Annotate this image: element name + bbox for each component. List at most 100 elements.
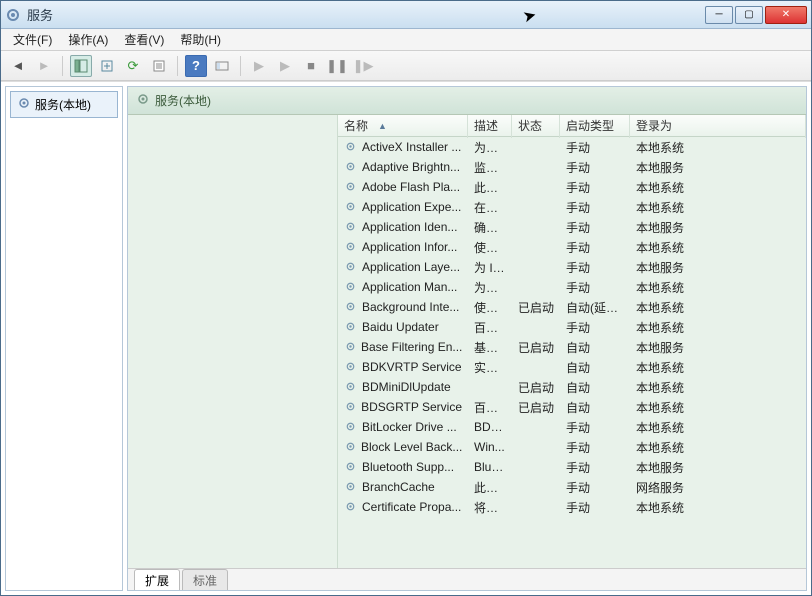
refresh-button[interactable]: ⟳	[122, 55, 144, 77]
nav-label: 服务(本地)	[35, 96, 91, 113]
service-row[interactable]: Background Inte...使用...已启动自动(延迟...本地系统	[338, 297, 806, 317]
pause-button[interactable]: ❚❚	[326, 55, 348, 77]
service-desc: 实时...	[468, 357, 512, 378]
service-name: BDKVRTP Service	[362, 360, 462, 374]
service-startup: 手动	[560, 217, 630, 238]
service-row[interactable]: Block Level Back...Win...手动本地系统	[338, 437, 806, 457]
forward-button[interactable]: ►	[33, 55, 55, 77]
service-name: BDMiniDlUpdate	[362, 380, 451, 394]
service-icon	[344, 140, 358, 154]
service-startup: 自动	[560, 337, 630, 358]
service-icon	[344, 320, 358, 334]
back-button[interactable]: ◄	[7, 55, 29, 77]
service-name: ActiveX Installer ...	[362, 140, 461, 154]
nav-services-local[interactable]: 服务(本地)	[10, 91, 118, 118]
service-logon: 本地系统	[630, 357, 806, 378]
service-row[interactable]: Adaptive Brightn...监视...手动本地服务	[338, 157, 806, 177]
service-row[interactable]: Application Infor...使用...手动本地系统	[338, 237, 806, 257]
menu-file[interactable]: 文件(F)	[5, 28, 60, 51]
service-row[interactable]: BitLocker Drive ...BDE...手动本地系统	[338, 417, 806, 437]
start-button[interactable]: ▶	[248, 55, 270, 77]
export-button[interactable]	[96, 55, 118, 77]
stop-button[interactable]: ■	[300, 55, 322, 77]
service-desc: 百度...	[468, 397, 512, 418]
service-row[interactable]: Bluetooth Supp...Blue...手动本地服务	[338, 457, 806, 477]
service-row[interactable]: BDSGRTP Service百度...已启动自动本地系统	[338, 397, 806, 417]
service-status	[512, 165, 560, 169]
main-header: 服务(本地)	[128, 87, 806, 115]
service-icon	[344, 240, 358, 254]
detail-pane	[128, 115, 338, 568]
service-row[interactable]: Base Filtering En...基本...已启动自动本地服务	[338, 337, 806, 357]
service-icon	[344, 340, 357, 354]
service-logon: 本地服务	[630, 157, 806, 178]
service-row[interactable]: BranchCache此服...手动网络服务	[338, 477, 806, 497]
toolbar: ◄ ► ⟳ ? ▶ ▶ ■ ❚❚ ❚▶	[1, 51, 811, 81]
service-name: Application Iden...	[362, 220, 457, 234]
service-desc: 将用...	[468, 497, 512, 518]
service-desc: 在应...	[468, 197, 512, 218]
service-row[interactable]: Application Laye...为 In...手动本地服务	[338, 257, 806, 277]
service-row[interactable]: BDMiniDlUpdate已启动自动本地系统	[338, 377, 806, 397]
service-startup: 手动	[560, 457, 630, 478]
service-startup: 自动	[560, 397, 630, 418]
service-row[interactable]: Application Man...为通...手动本地系统	[338, 277, 806, 297]
service-startup: 手动	[560, 197, 630, 218]
maximize-button[interactable]: ▢	[735, 6, 763, 24]
service-status	[512, 225, 560, 229]
menu-help[interactable]: 帮助(H)	[172, 28, 229, 51]
nav-panel: 服务(本地)	[5, 86, 123, 591]
service-name: Certificate Propa...	[362, 500, 461, 514]
service-status	[512, 425, 560, 429]
menu-view[interactable]: 查看(V)	[116, 28, 172, 51]
col-status-header[interactable]: 状态	[512, 115, 560, 138]
service-status	[512, 245, 560, 249]
col-desc-header[interactable]: 描述	[468, 115, 512, 138]
service-name: BDSGRTP Service	[361, 400, 462, 414]
service-startup: 手动	[560, 237, 630, 258]
service-status	[512, 185, 560, 189]
service-name: Baidu Updater	[362, 320, 439, 334]
service-row[interactable]: ActiveX Installer ... 为从 ... 手动本地系统	[338, 137, 806, 157]
service-name: Base Filtering En...	[361, 340, 462, 354]
col-name-header[interactable]: 名称▲	[338, 115, 468, 138]
service-logon: 本地系统	[630, 437, 806, 458]
service-icon	[344, 280, 358, 294]
service-status: 已启动	[512, 377, 560, 398]
service-icon	[344, 500, 358, 514]
service-desc: Win...	[468, 438, 512, 456]
col-logon-header[interactable]: 登录为	[630, 115, 806, 138]
titlebar[interactable]: 服务 ─ ▢ ✕	[1, 1, 811, 29]
properties-button[interactable]	[148, 55, 170, 77]
service-desc: 此服...	[468, 477, 512, 498]
show-hide-tree-button[interactable]	[70, 55, 92, 77]
service-startup: 自动	[560, 357, 630, 378]
tab-extended[interactable]: 扩展	[134, 569, 180, 591]
service-logon: 本地服务	[630, 257, 806, 278]
service-row[interactable]: Application Iden...确定...手动本地服务	[338, 217, 806, 237]
start-button-2[interactable]: ▶	[274, 55, 296, 77]
service-startup: 手动	[560, 157, 630, 178]
service-row[interactable]: Adobe Flash Pla...此服...手动本地系统	[338, 177, 806, 197]
services-list[interactable]: 名称▲ 描述 状态 启动类型 登录为 ActiveX Installer ...…	[338, 115, 806, 568]
service-name: Block Level Back...	[361, 440, 462, 454]
service-name: Application Man...	[362, 280, 457, 294]
service-row[interactable]: BDKVRTP Service 实时... 自动本地系统	[338, 357, 806, 377]
close-button[interactable]: ✕	[765, 6, 807, 24]
tab-standard[interactable]: 标准	[182, 569, 228, 591]
service-desc: 为从 ...	[468, 137, 512, 158]
restart-button[interactable]: ❚▶	[352, 55, 374, 77]
help-button[interactable]: ?	[185, 55, 207, 77]
service-startup: 手动	[560, 137, 630, 158]
col-startup-header[interactable]: 启动类型	[560, 115, 630, 138]
service-row[interactable]: Baidu Updater百度...手动本地系统	[338, 317, 806, 337]
service-desc: 基本...	[468, 337, 512, 358]
console-button[interactable]	[211, 55, 233, 77]
service-logon: 本地系统	[630, 317, 806, 338]
menu-action[interactable]: 操作(A)	[60, 28, 116, 51]
service-row[interactable]: Application Expe...在应...手动本地系统	[338, 197, 806, 217]
minimize-button[interactable]: ─	[705, 6, 733, 24]
service-logon: 本地系统	[630, 137, 806, 158]
service-row[interactable]: Certificate Propa...将用...手动本地系统	[338, 497, 806, 517]
window-controls: ─ ▢ ✕	[705, 6, 807, 24]
